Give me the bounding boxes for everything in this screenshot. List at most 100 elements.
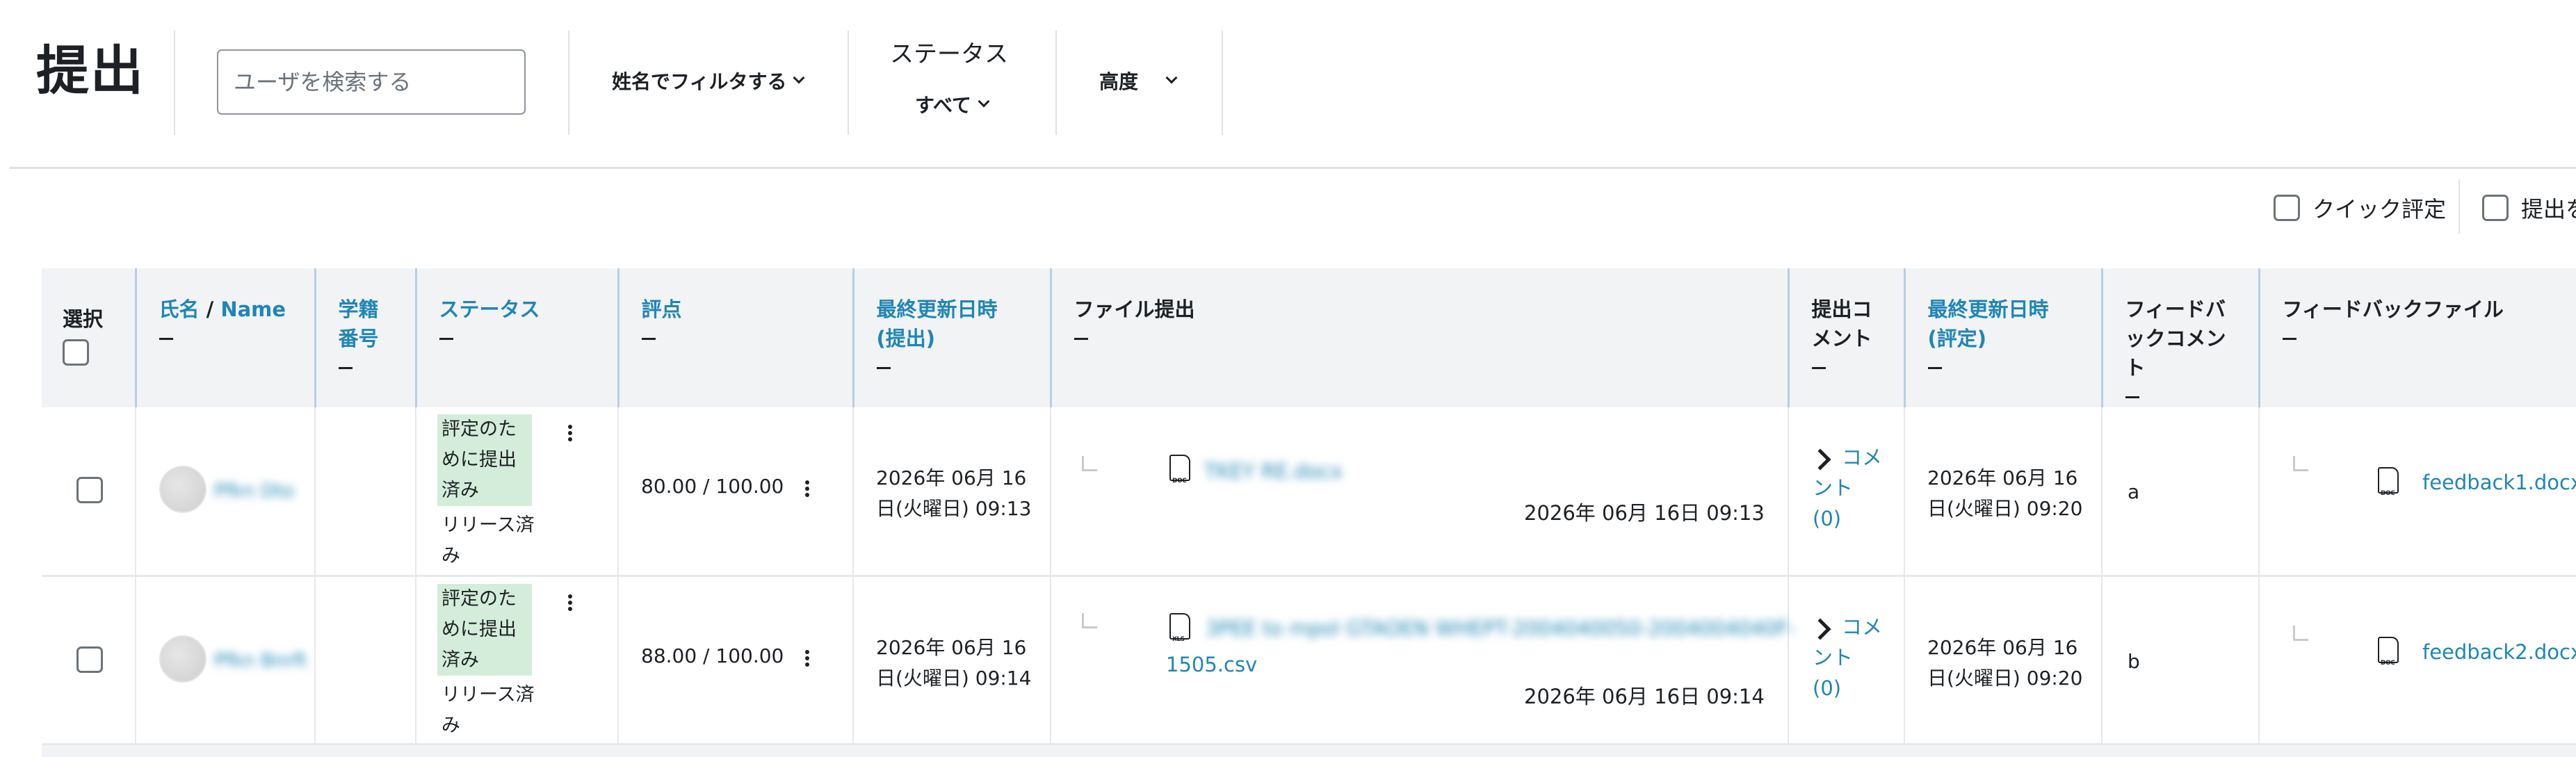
divider [848,31,849,135]
tree-branch-icon [1082,612,1097,628]
header-file-submissions: ファイル提出 [1051,268,1790,407]
show-only-submissions-checkbox[interactable] [2482,195,2509,221]
header-last-modified-grade: 最終更新日時 (評定) [1904,268,2103,407]
submitted-file-link-continued[interactable]: 1505.csv [1166,649,1257,680]
page-title: 提出 [36,40,145,101]
submission-date-cell: 2026年 06月 16日(火曜日) 09:13 [853,407,1051,576]
quick-grading-toggle[interactable]: クイック評定 [2274,192,2446,224]
hide-column-icon[interactable] [1927,367,1942,369]
sort-by-submission-date-link[interactable]: 最終更新日時 (提出) [877,298,998,350]
feedback-file-link[interactable]: feedback2.docx [2422,637,2576,667]
feedback-comment-cell: a [2102,407,2260,576]
header-last-modified-submission: 最終更新日時 (提出) [853,268,1052,407]
quick-grading-checkbox[interactable] [2274,195,2300,221]
header-select: 選択 [42,268,137,407]
chevron-down-icon [793,72,805,84]
comments-link[interactable]: コメント (0) [1813,442,1882,534]
submission-comments-cell: コメント (0) [1788,407,1905,576]
row-actions-menu-icon[interactable] [562,423,578,450]
feedback-file-cell: DOC feedback2.docx [2259,576,2576,744]
status-badge: 評定のために提出済み [437,583,532,676]
feedback-file-link[interactable]: feedback1.docx [2422,467,2576,498]
sort-by-id-number-link[interactable]: 学籍番号 [339,298,379,350]
status-filter-label: ステータス [890,40,1008,68]
user-search-input[interactable] [217,49,526,115]
avatar[interactable] [159,466,206,513]
submitted-file-link[interactable]: TKEY RE.docx [1204,456,1343,487]
grade-actions-menu-icon[interactable] [800,648,815,676]
select-all-checkbox[interactable] [63,339,89,366]
submission-date: 2026年 06月 16日(火曜日) 09:14 [876,635,1032,690]
name-filter-dropdown[interactable]: 姓名でフィルタする [612,67,805,95]
row-select-checkbox[interactable] [76,646,103,673]
divider [1055,31,1057,135]
name-cell: Pfkn Dto [136,407,316,576]
sort-by-name-link[interactable]: 氏名 [159,298,200,321]
status-cell: 評定のために提出済み リリース済み [416,407,619,576]
submission-date-cell: 2026年 06月 16日(火曜日) 09:14 [853,576,1051,744]
sort-by-grade-date-link[interactable]: 最終更新日時 (評定) [1928,298,2049,350]
hide-column-icon[interactable] [159,338,173,340]
show-only-submissions-toggle[interactable]: 提出を [2482,192,2576,224]
show-only-submissions-label: 提出を [2521,196,2576,222]
name-cell: Pfkn Bnrft [136,576,316,744]
file-type-label: DOC [2381,490,2395,497]
document-file-icon: DOC [2378,467,2399,497]
hide-column-icon[interactable] [338,367,353,369]
hide-column-icon[interactable] [641,338,656,340]
sort-by-grade-link[interactable]: 評点 [642,298,682,321]
sort-by-name-en-link[interactable]: Name [220,298,286,321]
header-name: 氏名 / Name [136,268,316,407]
row-select-checkbox[interactable] [76,477,103,503]
submission-comments-cell: コメント (0) [1788,576,1905,744]
file-type-label: DOC [1172,478,1187,485]
feedback-comment-cell: b [2102,576,2260,744]
document-file-icon: DOC [2378,636,2399,667]
file-submitted-date: 2026年 06月 16日 09:13 [1524,501,1765,525]
file-submissions-label: ファイル提出 [1074,298,1195,321]
feedback-comments-label: フィードバックコメント [2125,298,2226,380]
grade-date-cell: 2026年 06月 16日(火曜日) 09:20 [1904,576,2103,744]
status-badge: 評定のために提出済み [437,414,532,506]
comments-link[interactable]: コメント (0) [1813,612,1882,703]
status-cell: 評定のために提出済み リリース済み [416,576,619,744]
row-actions-menu-icon[interactable] [562,592,578,620]
sort-by-status-link[interactable]: ステータス [439,298,540,321]
hide-column-icon[interactable] [1074,338,1088,340]
avatar[interactable] [159,635,206,683]
header-name-separator: / [199,298,221,321]
spreadsheet-file-icon: XLS [1169,612,1190,643]
submission-date: 2026年 06月 16日(火曜日) 09:13 [876,466,1032,520]
table-row: Pfkn Dto 評定のために提出済み リリース済み 80.00 / 100.0… [42,407,2576,576]
status-filter-dropdown[interactable]: すべて [915,90,990,118]
tree-branch-icon [2293,625,2308,641]
submitted-file-link[interactable]: 3PEE to mpol GTAOEN WHEPT-2004040050-200… [1206,613,1796,644]
grading-table: 選択 氏名 / Name 学籍番号 ステータス 評点 最終更新日時 (提出) フ… [42,268,2576,745]
header-submission-comments: 提出コメント [1788,268,1906,407]
user-name-link[interactable]: Pfkn Dto [214,476,294,507]
hide-column-icon[interactable] [439,338,453,340]
grade-cell: 88.00 / 100.00 [618,576,854,744]
grade-cell: 80.00 / 100.00 [618,407,854,576]
divider [2458,179,2460,234]
hide-column-icon[interactable] [2282,338,2296,340]
feedback-files-label: フィードバックファイル [2282,298,2504,321]
hide-column-icon[interactable] [2125,396,2139,398]
tree-branch-icon [1082,456,1097,471]
header-select-label: 選択 [63,307,104,331]
grade-actions-menu-icon[interactable] [800,478,815,506]
header-id-number: 学籍番号 [315,268,417,407]
hide-column-icon[interactable] [876,367,891,369]
grade-date-cell: 2026年 06月 16日(火曜日) 09:20 [1904,407,2103,576]
status-filter-value: すべて [915,94,971,117]
advanced-filter-dropdown[interactable]: 高度 [1099,67,1178,95]
hide-column-icon[interactable] [1811,367,1826,369]
quick-grading-label: クイック評定 [2312,196,2447,222]
feedback-file-cell: DOC feedback1.docx [2259,407,2576,576]
table-row: Pfkn Bnrft 評定のために提出済み リリース済み 88.00 / 100… [42,576,2576,744]
user-name-link[interactable]: Pfkn Bnrft [214,646,307,676]
header-grade: 評点 [618,268,854,407]
divider [1222,31,1223,135]
feedback-comment: b [2128,649,2140,673]
chevron-down-icon [978,95,990,108]
